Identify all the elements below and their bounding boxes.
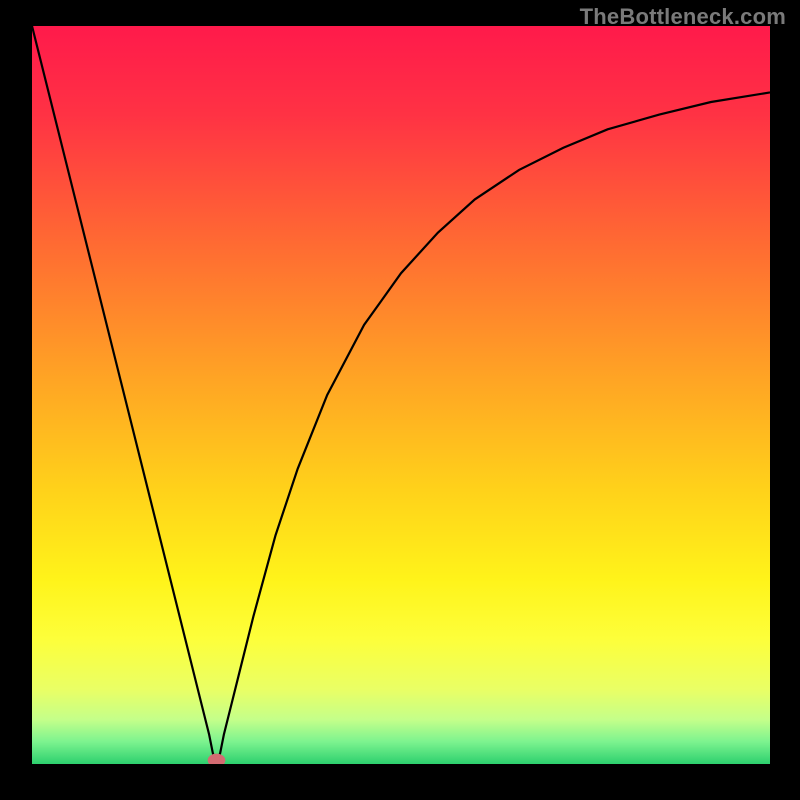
chart-frame — [32, 26, 770, 764]
chart-background — [32, 26, 770, 764]
chart-svg — [32, 26, 770, 764]
